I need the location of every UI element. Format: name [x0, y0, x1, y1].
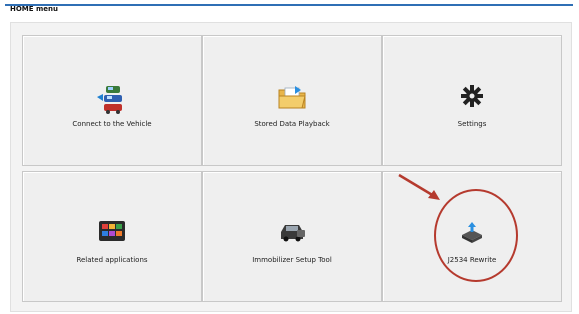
gear-icon [461, 85, 483, 107]
tile-connect-to-vehicle[interactable]: Connect to the Vehicle [22, 35, 202, 166]
tile-label: Settings [457, 120, 487, 128]
folder-icon [278, 86, 306, 109]
tile-immobilizer-setup-tool[interactable]: Immobilizer Setup Tool [202, 171, 382, 302]
tile-stored-data-playback[interactable]: Stored Data Playback [202, 35, 382, 166]
car-key-icon [281, 225, 305, 242]
annotation-arrow [398, 173, 440, 200]
tile-related-applications[interactable]: Related applications [22, 171, 202, 302]
tile-label: Related applications [76, 256, 148, 264]
annotation-circle [434, 189, 518, 282]
tile-settings[interactable]: Settings [382, 35, 562, 166]
vehicles-icon [97, 86, 122, 114]
tile-label: Connect to the Vehicle [72, 120, 152, 128]
apps-grid-icon [99, 221, 125, 241]
tile-label: Immobilizer Setup Tool [252, 256, 332, 264]
tile-label: Stored Data Playback [254, 120, 330, 128]
window-title: HOME menu [10, 5, 59, 13]
